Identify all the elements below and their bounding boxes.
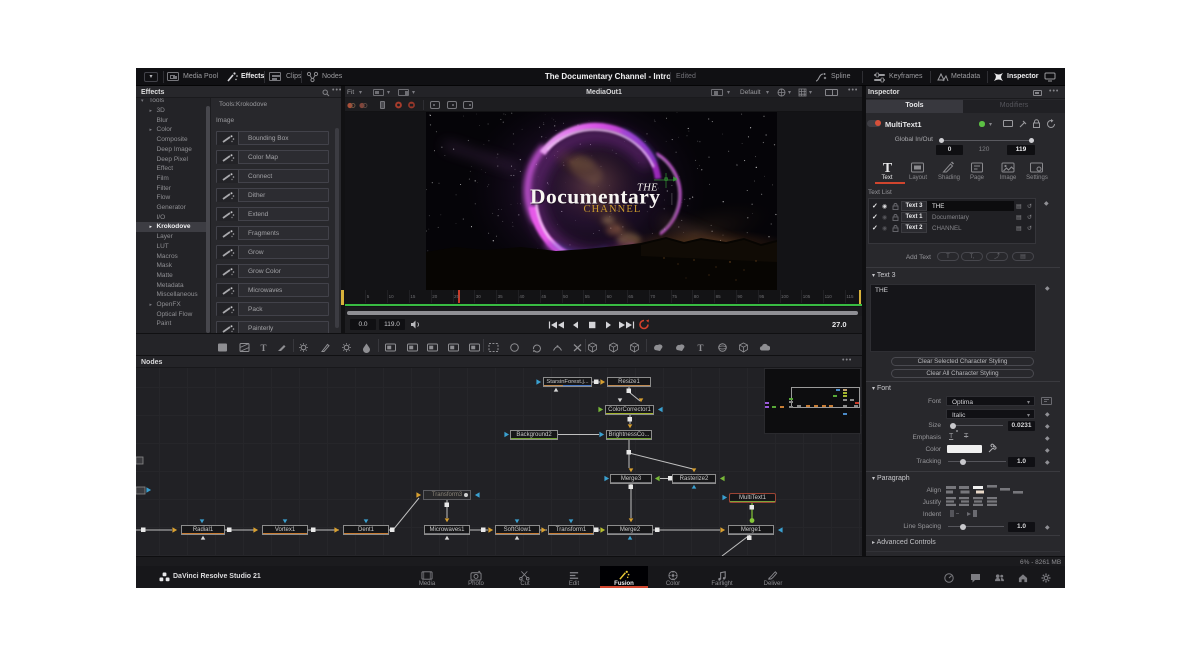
svg-text:T: T bbox=[883, 161, 893, 175]
svg-text:T: T bbox=[697, 343, 703, 353]
svg-text:T: T bbox=[260, 343, 266, 353]
svg-text:CHANNEL: CHANNEL bbox=[584, 204, 642, 215]
